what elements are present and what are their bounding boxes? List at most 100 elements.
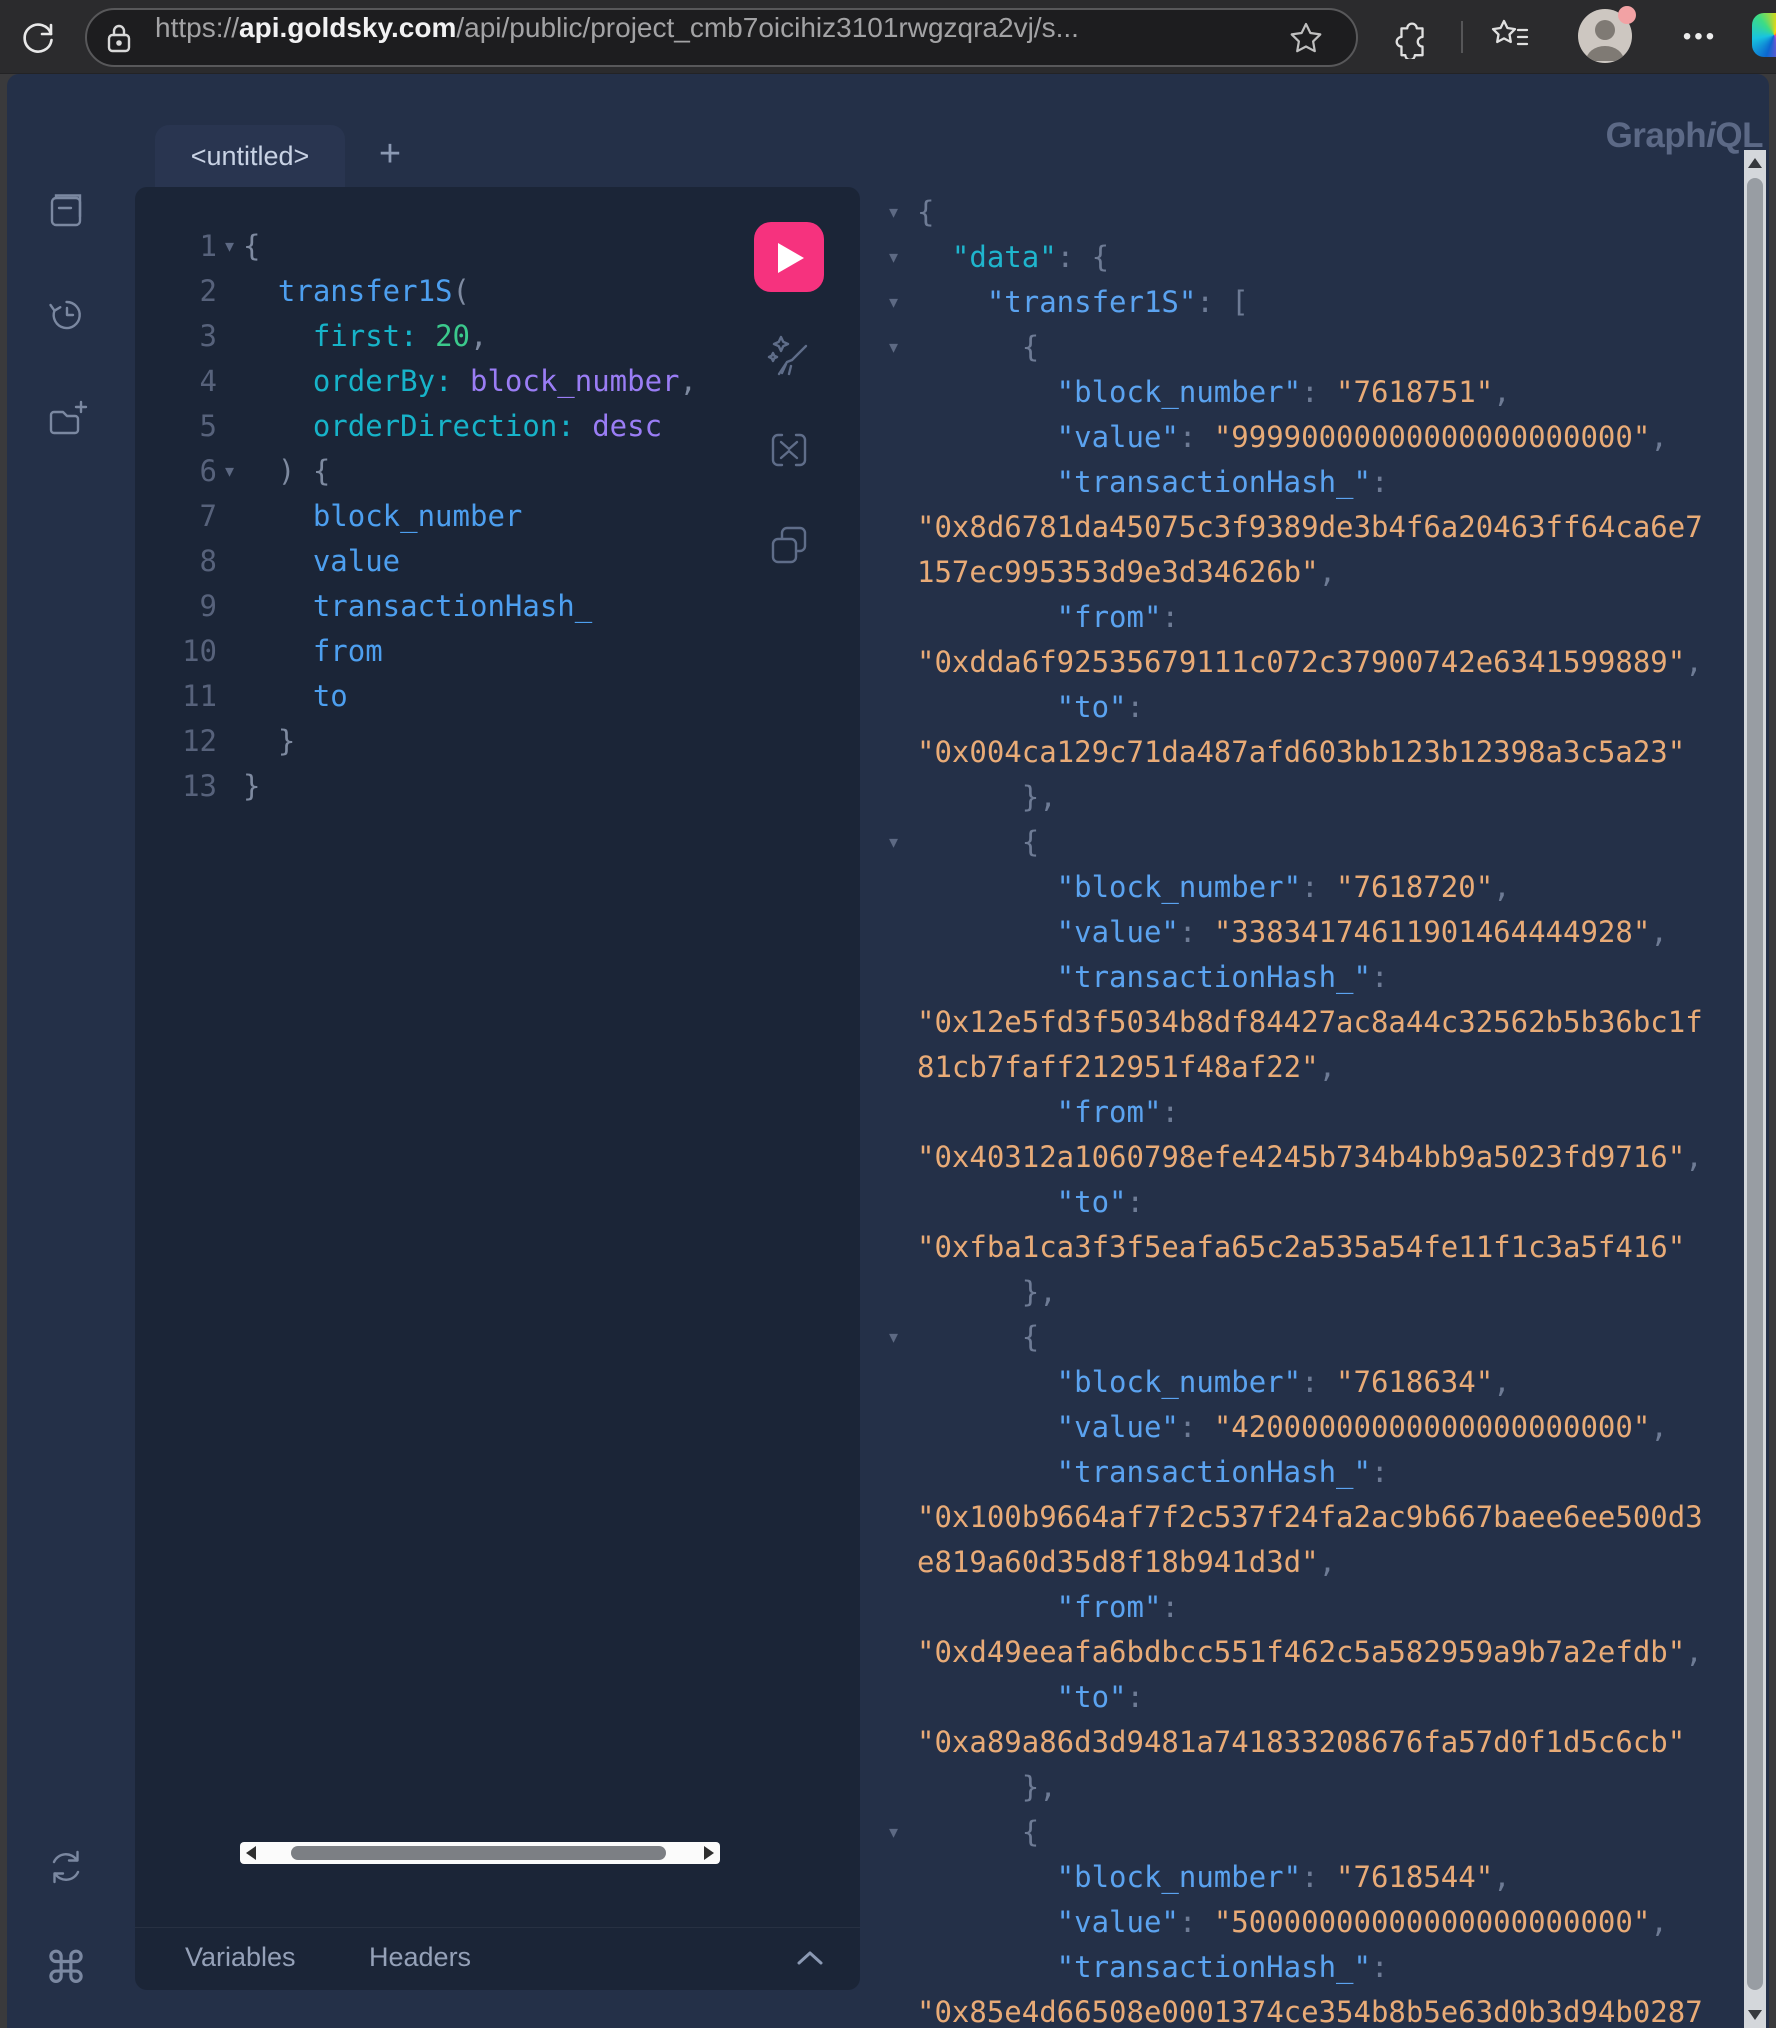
code-text: },: [917, 1765, 1057, 1810]
fold-arrow-icon[interactable]: ▾: [217, 224, 243, 269]
fold-gutter: [883, 1495, 917, 1540]
fold-arrow-icon[interactable]: ▾: [883, 1810, 917, 1855]
code-text: "value": "50000000000000000000000",: [917, 1900, 1668, 1945]
editor-code-line: 5 orderDirection: desc: [135, 404, 860, 449]
sidebar-keyboard-shortcuts-button[interactable]: ⌘: [44, 1947, 88, 1991]
sidebar-docs-button[interactable]: [44, 189, 88, 233]
fold-gutter: [883, 1720, 917, 1765]
variables-tab[interactable]: Variables: [185, 1928, 296, 1991]
editor-code-line: 8 value: [135, 539, 860, 584]
response-line: "0xdda6f92535679111c072c37900742e6341599…: [883, 640, 1739, 685]
editor-horizontal-scrollbar[interactable]: [240, 1842, 720, 1864]
response-line: "block_number": "7618634",: [883, 1360, 1739, 1405]
line-number: 13: [135, 764, 217, 809]
code-text: "transactionHash_":: [917, 460, 1388, 505]
favorites-icon[interactable]: [1488, 15, 1532, 59]
code-text: }: [243, 764, 260, 809]
extensions-icon[interactable]: [1390, 15, 1434, 59]
response-line: ▾"transfer1S": [: [883, 280, 1739, 325]
browser-toolbar: https://api.goldsky.com/api/public/proje…: [0, 0, 1776, 74]
scrollbar-thumb[interactable]: [1747, 178, 1763, 1990]
url-text[interactable]: https://api.goldsky.com/api/public/proje…: [155, 0, 1079, 59]
line-number: 9: [135, 584, 217, 629]
fold-arrow-icon[interactable]: ▾: [883, 190, 917, 235]
new-tab-button[interactable]: +: [367, 125, 413, 187]
scroll-right-arrow-icon[interactable]: [704, 1846, 714, 1860]
fold-gutter: [883, 1225, 917, 1270]
fold-gutter: [883, 955, 917, 1000]
reload-button[interactable]: [18, 17, 58, 57]
sidebar-add-collection-button[interactable]: [44, 397, 88, 441]
code-text: "0xa89a86d3d9481a741833208676fa57d0f1d5c…: [917, 1720, 1685, 1765]
response-line: },: [883, 1765, 1739, 1810]
copilot-icon[interactable]: [1752, 13, 1776, 57]
fold-arrow-icon[interactable]: ▾: [217, 449, 243, 494]
code-text: transactionHash_: [243, 584, 592, 629]
response-line: "0x12e5fd3f5034b8df84427ac8a44c32562b5b3…: [883, 1000, 1739, 1045]
code-text: },: [917, 1270, 1057, 1315]
code-text: "0x40312a1060798efe4245b734b4bb9a5023fd9…: [917, 1135, 1703, 1180]
fold-arrow-icon[interactable]: ▾: [883, 1315, 917, 1360]
fold-gutter: [217, 359, 243, 404]
response-line: "0x100b9664af7f2c537f24fa2ac9b667baee6ee…: [883, 1495, 1739, 1540]
fold-gutter: [883, 1675, 917, 1720]
fold-gutter: [883, 460, 917, 505]
fold-gutter: [883, 1630, 917, 1675]
code-text: "value": "33834174611901464444928",: [917, 910, 1668, 955]
fold-arrow-icon[interactable]: ▾: [883, 235, 917, 280]
response-line: e819a60d35d8f18b941d3d",: [883, 1540, 1739, 1585]
fold-arrow-icon[interactable]: ▾: [883, 280, 917, 325]
fold-gutter: [883, 1135, 917, 1180]
fold-gutter: [217, 674, 243, 719]
query-editor-panel: 1▾{2 transfer1S(3 first: 20,4 orderBy: b…: [135, 187, 860, 1990]
response-line: "block_number": "7618720",: [883, 865, 1739, 910]
fold-arrow-icon[interactable]: ▾: [883, 325, 917, 370]
response-line: "block_number": "7618544",: [883, 1855, 1739, 1900]
editor-code-line: 4 orderBy: block_number,: [135, 359, 860, 404]
merge-fragments-icon[interactable]: [766, 427, 812, 473]
query-editor[interactable]: 1▾{2 transfer1S(3 first: 20,4 orderBy: b…: [135, 224, 860, 809]
scroll-down-arrow-icon[interactable]: [1748, 2010, 1762, 2020]
code-text: to: [243, 674, 348, 719]
code-text: "to":: [917, 1675, 1144, 1720]
code-text: {: [917, 1315, 1039, 1360]
fold-gutter: [883, 1090, 917, 1135]
response-line: "0x8d6781da45075c3f9389de3b4f6a20463ff64…: [883, 505, 1739, 550]
code-text: {: [243, 224, 260, 269]
lock-icon[interactable]: [104, 22, 134, 54]
headers-tab[interactable]: Headers: [369, 1928, 471, 1991]
code-text: "0xfba1ca3f3f5eafa65c2a535a54fe11f1c3a5f…: [917, 1225, 1685, 1270]
code-text: "transfer1S": [: [917, 280, 1249, 325]
fold-gutter: [883, 1945, 917, 1990]
line-number: 10: [135, 629, 217, 674]
fold-arrow-icon[interactable]: ▾: [883, 820, 917, 865]
response-line: "value": "42000000000000000000000",: [883, 1405, 1739, 1450]
execute-query-button[interactable]: [754, 222, 824, 292]
response-line: ▾{: [883, 820, 1739, 865]
response-vertical-scrollbar[interactable]: [1744, 150, 1766, 2028]
response-line: "0x85e4d66508e0001374ce354b8b5e63d0b3d94…: [883, 1990, 1739, 2028]
code-text: "0x85e4d66508e0001374ce354b8b5e63d0b3d94…: [917, 1990, 1703, 2028]
bookmark-star-icon[interactable]: [1288, 20, 1324, 56]
response-line: "transactionHash_":: [883, 1945, 1739, 1990]
fold-gutter: [883, 910, 917, 955]
collapse-chevron-icon[interactable]: [794, 1946, 826, 1970]
scrollbar-thumb[interactable]: [291, 1846, 666, 1860]
query-tab[interactable]: <untitled>: [155, 125, 345, 187]
fold-gutter: [883, 505, 917, 550]
response-line: "block_number": "7618751",: [883, 370, 1739, 415]
fold-gutter: [883, 730, 917, 775]
copy-query-icon[interactable]: [766, 522, 812, 568]
response-line: "from":: [883, 1090, 1739, 1135]
sidebar-history-button[interactable]: [44, 292, 88, 336]
sidebar-refetch-schema-button[interactable]: [44, 1845, 88, 1889]
response-line: "0xa89a86d3d9481a741833208676fa57d0f1d5c…: [883, 1720, 1739, 1765]
url-scheme: https://: [155, 12, 239, 43]
prettify-icon[interactable]: [766, 333, 812, 379]
scroll-up-arrow-icon[interactable]: [1748, 158, 1762, 168]
scroll-left-arrow-icon[interactable]: [246, 1846, 256, 1860]
fold-gutter: [883, 1900, 917, 1945]
browser-menu-icon[interactable]: •••: [1676, 15, 1724, 59]
fold-gutter: [217, 314, 243, 359]
fold-gutter: [217, 764, 243, 809]
